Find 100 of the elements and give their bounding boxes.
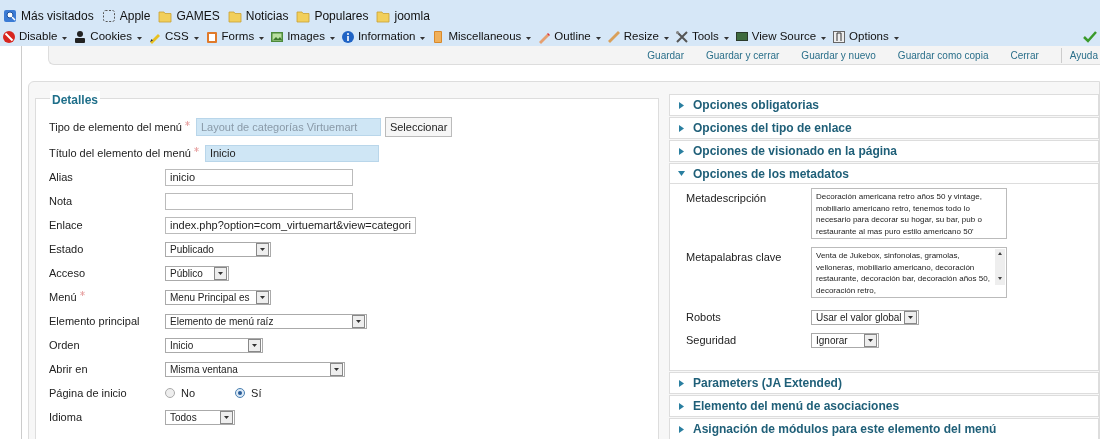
caret-icon bbox=[136, 36, 142, 40]
field-label: Seguridad bbox=[686, 333, 738, 349]
caret-icon bbox=[893, 36, 899, 40]
options-icon bbox=[832, 30, 847, 44]
dropdown[interactable]: Elemento de menú raíz bbox=[165, 313, 367, 329]
field-label: Metadescripción bbox=[686, 191, 768, 206]
bookmark[interactable]: Noticias bbox=[227, 7, 289, 25]
toolbar-menu[interactable]: View Source bbox=[734, 28, 827, 46]
folder-icon bbox=[296, 9, 311, 23]
caret-right-icon bbox=[678, 402, 685, 410]
text-field[interactable]: index.php?option=com_virtuemart&view=categori bbox=[165, 216, 416, 234]
tools-icon bbox=[674, 30, 689, 44]
text-area[interactable]: Decoración americana retro años 50 y vintage, mobiliario americano retro, tenemos todo lo necesario para decorar su hogar, su bar, pub o restaurante al mas puro estilo americano 50' bbox=[811, 188, 1007, 239]
panel-header[interactable]: Opciones de los metadatos bbox=[670, 164, 1098, 184]
caret-right-icon bbox=[678, 425, 685, 433]
caret-right-icon bbox=[678, 147, 685, 155]
folder-icon bbox=[376, 9, 391, 23]
select-button[interactable]: Seleccionar bbox=[384, 117, 453, 137]
panel-header[interactable]: Opciones del tipo de enlace bbox=[670, 118, 1098, 138]
toolbar-menu[interactable]: Forms bbox=[204, 28, 265, 46]
field-label: Abrir en bbox=[49, 361, 88, 377]
caret-icon bbox=[723, 36, 729, 40]
toolbar-menu[interactable]: Resize bbox=[606, 28, 669, 46]
caret-icon bbox=[595, 36, 601, 40]
toolbar-link[interactable]: Guardar como copia bbox=[897, 47, 989, 63]
dropdown[interactable]: Misma ventana bbox=[165, 361, 345, 377]
field-label: Elemento principal bbox=[49, 313, 140, 329]
magnifier-page-icon bbox=[3, 9, 17, 23]
dropdown[interactable]: Ignorar bbox=[811, 333, 879, 348]
ruler-icon bbox=[606, 30, 621, 44]
dropdown[interactable]: Menu Principal es bbox=[165, 289, 271, 305]
checkmark-icon bbox=[1083, 31, 1097, 43]
field-label: Título del elemento del menú bbox=[49, 145, 191, 161]
radio-button[interactable] bbox=[165, 388, 175, 398]
toolbar-link[interactable]: Guardar y nuevo bbox=[801, 47, 876, 63]
caret-icon bbox=[526, 36, 532, 40]
toolbar-menu[interactable]: Miscellaneous bbox=[431, 28, 532, 46]
person-stamp-icon bbox=[73, 30, 88, 44]
dropdown[interactable]: Usar el valor global bbox=[811, 310, 919, 325]
field-label: Alias bbox=[49, 169, 73, 185]
field-label: Orden bbox=[49, 337, 80, 353]
field-label: Idioma bbox=[49, 409, 83, 425]
field-label: Estado bbox=[49, 241, 84, 257]
toolbar-menu[interactable]: Outline bbox=[537, 28, 601, 46]
toolbar-menu[interactable]: Information bbox=[340, 28, 426, 46]
info-icon bbox=[340, 30, 355, 44]
caret-down-icon bbox=[678, 170, 685, 177]
radio-button[interactable] bbox=[235, 388, 246, 398]
toolbar-link[interactable]: Guardar bbox=[647, 47, 684, 63]
text-field[interactable]: Inicio bbox=[204, 144, 379, 162]
field-label: Robots bbox=[686, 310, 722, 326]
dropdown[interactable]: Publicado bbox=[165, 241, 271, 257]
dropdown[interactable]: Inicio bbox=[165, 337, 263, 353]
toolbar-menu[interactable]: Images bbox=[270, 28, 335, 46]
bookmark[interactable]: Populares bbox=[296, 7, 369, 25]
toolbar-menu[interactable]: CSS bbox=[147, 28, 199, 46]
field-label: Nota bbox=[49, 193, 73, 209]
image-icon bbox=[270, 30, 285, 44]
dashed-page-icon bbox=[101, 9, 116, 23]
bookmark[interactable]: Apple bbox=[101, 7, 151, 25]
caret-right-icon bbox=[678, 124, 685, 132]
caret-right-icon bbox=[678, 379, 685, 387]
caret-icon bbox=[663, 36, 669, 40]
toolbar-menu[interactable]: Tools bbox=[674, 28, 729, 46]
radio-option[interactable]: No bbox=[165, 384, 196, 402]
field-label: Enlace bbox=[49, 217, 83, 233]
panel-header[interactable]: Asignación de módulos para este elemento del menú bbox=[670, 419, 1098, 439]
panel-header[interactable]: Opciones de visionado en la página bbox=[670, 141, 1098, 161]
toolbar-menu[interactable]: Disable bbox=[2, 28, 68, 46]
bookmark[interactable]: joomla bbox=[376, 7, 430, 25]
text-area-content: Decoración americana retro años 50 y vintage, mobiliario americano retro, tenemos todo lo necesario para decorar su hogar, su bar, pub o restaurante al mas puro estilo americano 50' bbox=[816, 192, 982, 236]
toolbar-link[interactable]: Ayuda bbox=[1060, 47, 1098, 63]
clipboard-icon bbox=[204, 30, 219, 44]
caret-icon bbox=[259, 36, 265, 40]
bookmark[interactable]: Más visitados bbox=[3, 7, 94, 25]
scrollbar-icon bbox=[995, 249, 1005, 285]
folder-icon bbox=[158, 9, 173, 23]
text-field[interactable]: inicio bbox=[165, 168, 353, 186]
bookmark[interactable]: GAMES bbox=[158, 7, 220, 25]
caret-icon bbox=[420, 36, 426, 40]
field-label: Metapalabras clave bbox=[686, 250, 783, 265]
text-area[interactable]: Venta de Jukebox, sinfonolas, gramolas, velloneras, mobiliario americano, decoración restaurante, decoración bar, decoración años 50, decoración retro, bbox=[811, 247, 1007, 298]
radio-option[interactable]: Sí bbox=[235, 384, 262, 402]
toolbar-link[interactable]: Cerrar bbox=[1010, 47, 1039, 63]
dropdown[interactable]: Todos bbox=[165, 409, 235, 425]
caret-icon bbox=[62, 36, 68, 40]
dropdown[interactable]: Público bbox=[165, 265, 229, 281]
toolbar-link[interactable]: Guardar y cerrar bbox=[706, 47, 780, 63]
toolbar-menu[interactable]: Cookies bbox=[73, 28, 142, 46]
text-field[interactable] bbox=[165, 192, 353, 210]
text-area-content: Venta de Jukebox, sinfonolas, gramolas, velloneras, mobiliario americano, decoración restaurante, decoración bar, decoración años 50, decoración retro, bbox=[816, 251, 990, 295]
caret-right-icon bbox=[678, 101, 685, 109]
panel-header[interactable]: Elemento del menú de asociaciones bbox=[670, 396, 1098, 416]
caret-icon bbox=[329, 36, 335, 40]
panel-header[interactable]: Opciones obligatorias bbox=[670, 95, 1098, 115]
panel-header[interactable]: Parameters (JA Extended) bbox=[670, 373, 1098, 393]
toolbar-menu[interactable]: Options bbox=[832, 28, 899, 46]
field-label: Página de inicio bbox=[49, 385, 127, 401]
field-label: Menú bbox=[49, 289, 77, 305]
field-label: Tipo de elemento del menú bbox=[49, 119, 182, 135]
